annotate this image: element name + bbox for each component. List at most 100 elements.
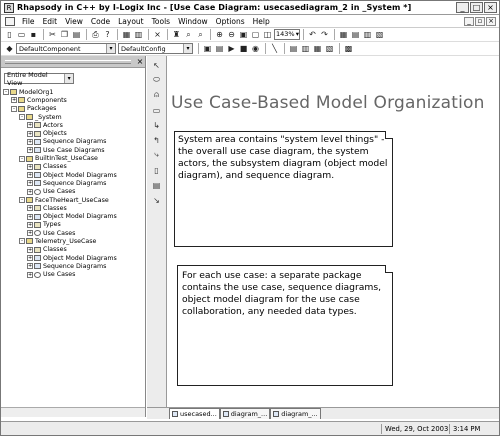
rhapsody-app-icon[interactable]: R (4, 2, 14, 13)
menu-edit[interactable]: Edit (39, 17, 62, 26)
tree-item[interactable]: + Objects (3, 129, 143, 137)
doc-close-button[interactable]: × (486, 16, 496, 26)
object-model-icon[interactable]: ▥ (300, 43, 311, 54)
collapse-icon[interactable]: - (19, 155, 25, 162)
package-tool-icon[interactable]: ▭ (151, 104, 163, 116)
tab-diagram-2[interactable]: diagram_... (270, 408, 321, 419)
component-combo[interactable]: DefaultComponent ▾ (16, 43, 116, 54)
generate-code-icon[interactable]: ▣ (202, 43, 213, 54)
tree-item[interactable]: + Classes (3, 163, 143, 171)
horizontal-scrollbar[interactable] (1, 407, 145, 417)
stop-icon[interactable]: ■ (238, 43, 249, 54)
tree-item[interactable]: + Object Model Diagrams (3, 171, 143, 179)
expand-icon[interactable]: + (27, 205, 33, 212)
tree-item[interactable]: + Sequence Diagrams (3, 138, 143, 146)
expand-icon[interactable]: + (27, 180, 33, 187)
statechart-icon[interactable]: ▧ (324, 43, 335, 54)
expand-icon[interactable]: + (27, 163, 33, 170)
use-case-tool-icon[interactable]: ⬭ (151, 74, 163, 86)
close-button[interactable]: × (484, 2, 497, 13)
collapse-icon[interactable]: - (19, 238, 25, 245)
collapse-icon[interactable]: - (11, 105, 17, 112)
locate-icon[interactable]: ⌕ (183, 29, 194, 40)
close-icon[interactable]: × (135, 57, 145, 66)
tree-item[interactable]: + Sequence Diagrams (3, 262, 143, 270)
expand-icon[interactable]: + (27, 271, 33, 278)
config-combo[interactable]: DefaultConfig ▾ (118, 43, 193, 54)
tree-item[interactable]: + Classes (3, 204, 143, 212)
delete-icon[interactable]: × (152, 29, 163, 40)
find-icon[interactable]: ♜ (171, 29, 182, 40)
tree-item[interactable]: + Object Model Diagrams (3, 254, 143, 262)
expand-icon[interactable]: + (27, 221, 33, 228)
expand-icon[interactable]: + (27, 122, 33, 129)
browser-grip[interactable] (5, 59, 131, 64)
expand-icon[interactable]: + (27, 213, 33, 220)
tree-item[interactable]: - _System (3, 113, 143, 121)
tree-item[interactable]: - Packages (3, 105, 143, 113)
note-system-area[interactable]: System area contains "system level thing… (174, 131, 393, 247)
align-icon[interactable]: ▥ (362, 29, 373, 40)
note-tool-icon[interactable]: ▤ (151, 179, 163, 191)
menu-layout[interactable]: Layout (114, 17, 148, 26)
tree-item[interactable]: + Use Cases (3, 271, 143, 279)
tree-item[interactable]: - FaceTheHeart_UseCase (3, 196, 143, 204)
tree-item[interactable]: + Object Model Diagrams (3, 212, 143, 220)
tab-usecasediagram[interactable]: usecased... (169, 408, 220, 419)
new-icon[interactable]: ▯ (4, 29, 15, 40)
menu-file[interactable]: File (18, 17, 39, 26)
select-tool-icon[interactable]: ↖ (151, 59, 163, 71)
association-tool-icon[interactable]: ↳ (151, 119, 163, 131)
tree-item[interactable]: + Types (3, 221, 143, 229)
expand-icon[interactable]: + (27, 246, 33, 253)
maximize-button[interactable]: □ (470, 2, 483, 13)
doc-restore-button[interactable]: ▫ (475, 16, 485, 26)
properties-icon[interactable]: ▩ (343, 43, 354, 54)
expand-icon[interactable]: + (27, 188, 33, 195)
component-icon[interactable]: ◆ (4, 43, 15, 54)
boundary-tool-icon[interactable]: ▯ (151, 164, 163, 176)
tree-item[interactable]: + Sequence Diagrams (3, 179, 143, 187)
search-icon[interactable]: ⌕ (195, 29, 206, 40)
menu-options[interactable]: Options (212, 17, 249, 26)
doc-minimize-button[interactable]: _ (464, 16, 474, 26)
browser-view-combo[interactable]: Entire Model View ▾ (4, 71, 74, 87)
paste-icon[interactable]: ▤ (71, 29, 82, 40)
undo-icon[interactable]: ↶ (307, 29, 318, 40)
redo-icon[interactable]: ↷ (319, 29, 330, 40)
features-icon[interactable]: ▥ (133, 29, 144, 40)
expand-icon[interactable]: + (27, 172, 33, 179)
menu-help[interactable]: Help (249, 17, 274, 26)
anchor-tool-icon[interactable]: ↘ (151, 194, 163, 206)
tab-diagram-1[interactable]: diagram_... (219, 408, 271, 419)
tree-item[interactable]: - Telemetry_UseCase (3, 237, 143, 245)
zoom-area-icon[interactable]: ◫ (262, 29, 273, 40)
expand-icon[interactable]: + (27, 147, 33, 154)
tree-item[interactable]: + Components (3, 96, 143, 104)
zoom-in-icon[interactable]: ⊕ (214, 29, 225, 40)
zoom-select[interactable]: 143% ▾ (274, 29, 300, 40)
tree-item[interactable]: - BuiltInTest_UseCase (3, 154, 143, 162)
collapse-icon[interactable]: - (3, 89, 9, 96)
tree-item[interactable]: + Use Cases (3, 229, 143, 237)
expand-icon[interactable]: + (27, 230, 33, 237)
print-icon[interactable]: ⎙ (90, 29, 101, 40)
copy-icon[interactable]: ❐ (59, 29, 70, 40)
collapse-icon[interactable]: - (19, 197, 25, 203)
layout-icon[interactable]: ▤ (350, 29, 361, 40)
tree-item[interactable]: + Use Cases (3, 188, 143, 196)
diagram-view-icon[interactable]: ▤ (288, 43, 299, 54)
expand-icon[interactable]: + (27, 255, 33, 262)
diagram-title[interactable]: Use Case-Based Model Organization (171, 93, 485, 113)
expand-icon[interactable]: + (11, 97, 17, 104)
menu-window[interactable]: Window (174, 17, 212, 26)
minimize-button[interactable]: _ (456, 2, 469, 13)
tree-item[interactable]: - ModelOrg1 (3, 88, 143, 96)
actor-tool-icon[interactable]: ⍝ (151, 89, 163, 101)
menu-tools[interactable]: Tools (148, 17, 174, 26)
save-icon[interactable]: ▪ (28, 29, 39, 40)
make-icon[interactable]: ▤ (214, 43, 225, 54)
collapse-icon[interactable]: - (19, 114, 25, 121)
tree-item[interactable]: + Actors (3, 121, 143, 129)
sequence-icon[interactable]: ▦ (312, 43, 323, 54)
